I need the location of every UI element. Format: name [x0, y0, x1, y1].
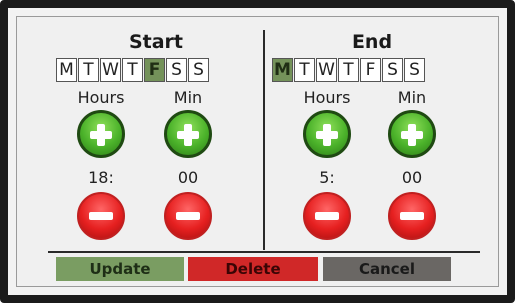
start-hours-decrement-button[interactable]: [77, 192, 125, 240]
start-min-label: Min: [173, 88, 203, 107]
start-hours-value: 18:: [88, 168, 114, 187]
end-hours-value: 5:: [319, 168, 335, 187]
end-min-label: Min: [397, 88, 427, 107]
minus-icon: [315, 212, 339, 220]
end-hours-label: Hours: [303, 88, 351, 107]
start-min-value: 00: [177, 168, 199, 187]
start-min-decrement-button[interactable]: [164, 192, 212, 240]
end-day-monday[interactable]: M: [272, 58, 293, 82]
start-hours-increment-button[interactable]: [77, 110, 125, 158]
end-title: End: [351, 31, 393, 53]
start-panel: Start M T W T F S S Hours Min 18: 00: [56, 30, 256, 250]
start-day-tuesday[interactable]: T: [78, 58, 99, 82]
vertical-divider: [263, 30, 265, 250]
end-day-thursday[interactable]: T: [338, 58, 359, 82]
end-day-wednesday[interactable]: W: [316, 58, 337, 82]
start-day-thursday[interactable]: T: [122, 58, 143, 82]
start-day-saturday[interactable]: S: [166, 58, 187, 82]
end-day-tuesday[interactable]: T: [294, 58, 315, 82]
start-min-increment-button[interactable]: [164, 110, 212, 158]
end-day-sunday[interactable]: S: [404, 58, 425, 82]
minus-icon: [89, 212, 113, 220]
start-hours-label: Hours: [77, 88, 125, 107]
end-hours-decrement-button[interactable]: [303, 192, 351, 240]
cancel-button[interactable]: Cancel: [323, 257, 451, 281]
start-day-monday[interactable]: M: [56, 58, 77, 82]
end-min-value: 00: [401, 168, 423, 187]
start-day-friday[interactable]: F: [144, 58, 165, 82]
end-min-increment-button[interactable]: [388, 110, 436, 158]
horizontal-divider: [48, 251, 480, 253]
start-day-sunday[interactable]: S: [188, 58, 209, 82]
end-panel: End M T W T F S S Hours Min 5: 00: [272, 30, 472, 250]
end-day-friday[interactable]: F: [360, 58, 381, 82]
minus-icon: [176, 212, 200, 220]
end-hours-increment-button[interactable]: [303, 110, 351, 158]
update-button[interactable]: Update: [56, 257, 184, 281]
delete-button[interactable]: Delete: [188, 257, 318, 281]
end-min-decrement-button[interactable]: [388, 192, 436, 240]
start-day-selector: M T W T F S S: [56, 58, 256, 84]
end-day-saturday[interactable]: S: [382, 58, 403, 82]
end-day-selector: M T W T F S S: [272, 58, 472, 84]
minus-icon: [400, 212, 424, 220]
start-day-wednesday[interactable]: W: [100, 58, 121, 82]
start-title: Start: [128, 31, 184, 53]
